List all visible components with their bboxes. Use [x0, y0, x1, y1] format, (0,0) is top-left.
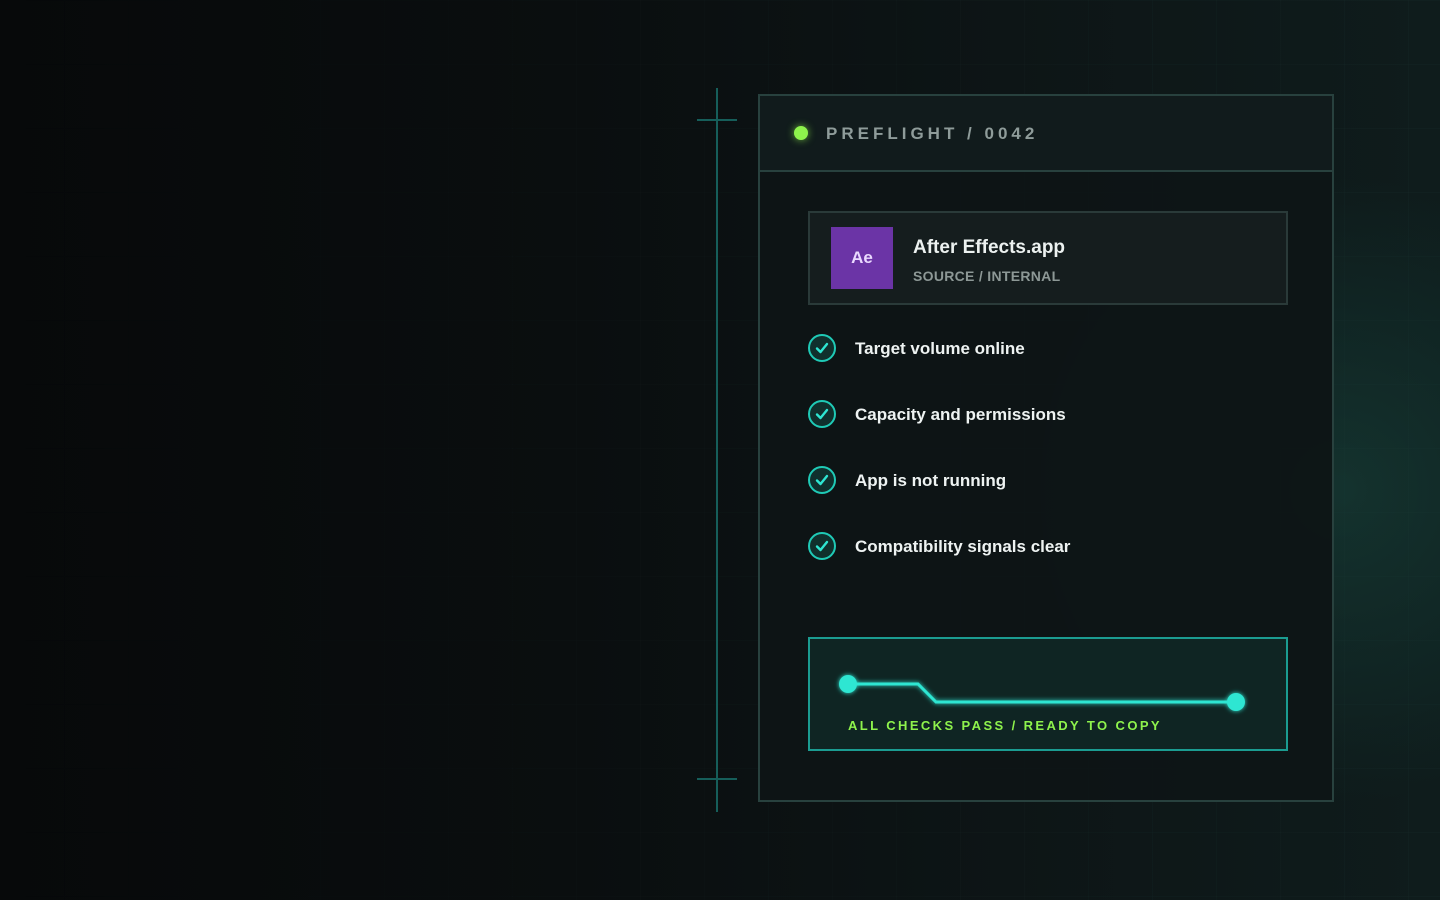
timeline-rail-tick-top [697, 119, 737, 121]
timeline-rail [716, 88, 718, 812]
app-name: After Effects.app [913, 237, 1066, 258]
preflight-panel: PREFLIGHT / 0042 Ae After Effects.app SO… [758, 94, 1334, 802]
after-effects-app-icon: Ae [831, 227, 893, 289]
check-icon [808, 334, 836, 362]
panel-title: PREFLIGHT / 0042 [826, 124, 1039, 143]
preflight-screen: PREFLIGHT / 0042 Ae After Effects.app SO… [0, 0, 1440, 900]
check-label: Target volume online [855, 339, 1025, 358]
ready-status-box: ALL CHECKS PASS / READY TO COPY [808, 637, 1288, 751]
check-item-target-volume: Target volume online [808, 334, 1288, 366]
check-item-compatibility: Compatibility signals clear [808, 532, 1288, 564]
check-label: Compatibility signals clear [855, 537, 1071, 556]
ready-status-text: ALL CHECKS PASS / READY TO COPY [848, 718, 1162, 733]
check-icon [808, 466, 836, 494]
check-label: Capacity and permissions [855, 405, 1066, 424]
timeline-rail-tick-bottom [697, 778, 737, 780]
app-source-label: SOURCE / INTERNAL [913, 268, 1061, 284]
check-label: App is not running [855, 471, 1007, 490]
check-item-app-running: App is not running [808, 466, 1288, 498]
path-start-node [839, 675, 857, 693]
app-card: Ae After Effects.app SOURCE / INTERNAL [808, 211, 1288, 305]
check-item-capacity: Capacity and permissions [808, 400, 1288, 432]
check-icon [808, 400, 836, 428]
path-end-node [1227, 693, 1245, 711]
status-indicator-dot [794, 126, 808, 140]
panel-header: PREFLIGHT / 0042 [760, 96, 1332, 172]
check-icon [808, 532, 836, 560]
